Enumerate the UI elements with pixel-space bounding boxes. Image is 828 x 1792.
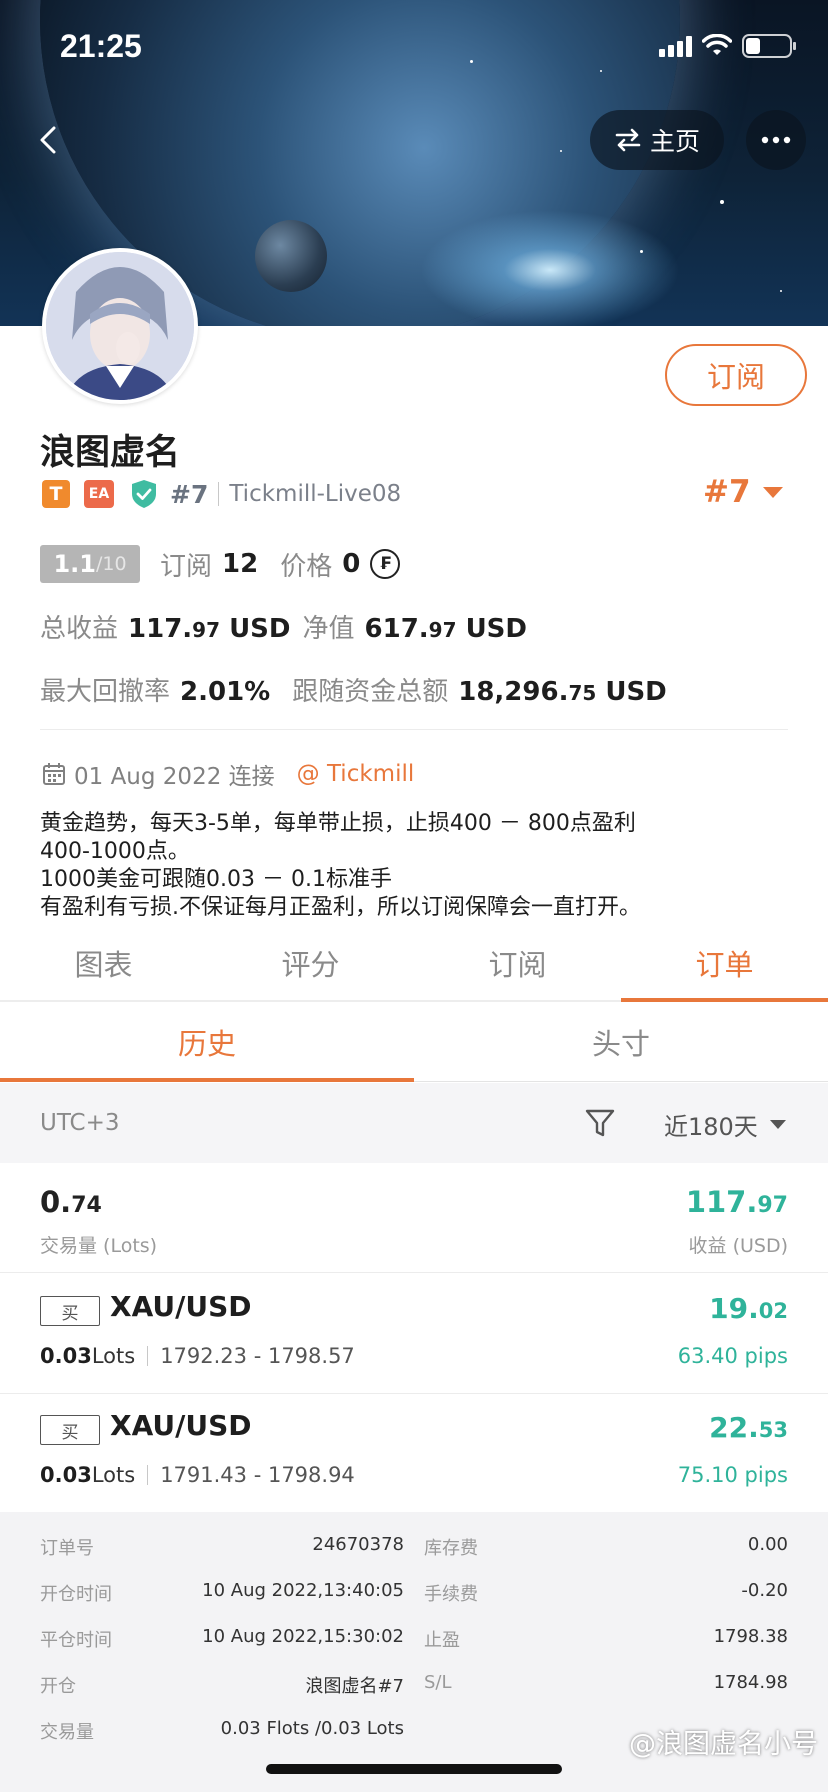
more-dots-icon (761, 136, 791, 144)
coin-icon: ₣ (370, 549, 401, 579)
tab-orders[interactable]: 订单 (621, 938, 828, 1002)
tab-subscription[interactable]: 订阅 (414, 938, 621, 1000)
drawdown-row: 最大回撤率 2.01% 跟随资金总额 18,296.75 USD (40, 671, 667, 711)
volume-value: 0.74 (40, 1185, 102, 1219)
status-time: 21:25 (60, 28, 142, 64)
avatar-portrait (46, 252, 194, 400)
order-row[interactable]: 买 XAU/USD 0.03 Lots 1791.43 - 1798.94 22.… (0, 1393, 828, 1513)
price-label: 价格 (280, 551, 333, 582)
server-name: Tickmill-Live08 (229, 481, 402, 507)
broker-link[interactable]: @ Tickmill (297, 761, 415, 787)
star (640, 250, 643, 253)
total-profit-value: 117.97 USD (128, 614, 291, 644)
strategy-description: 黄金趋势，每天3-5单，每单带止损，止损400 － 800点盈利 400-100… (40, 811, 641, 920)
lots-line: 0.03 Lots 1791.43 - 1798.94 (40, 1463, 355, 1487)
history-summary: 0.74 交易量 (Lots) 117.97 收益 (USD) (0, 1163, 828, 1273)
profit-label: 收益 (USD) (688, 1235, 788, 1257)
swap-icon (615, 128, 641, 152)
order-profit: 22.53 (709, 1411, 788, 1444)
verified-shield-icon (132, 480, 156, 508)
divider (218, 482, 220, 506)
profit-row: 总收益 117.97 USD 净值 617.97 USD (40, 608, 527, 648)
filter-icon[interactable] (584, 1107, 616, 1139)
date-range-dropdown[interactable]: 近180天 (664, 1107, 786, 1142)
star (600, 70, 602, 72)
total-profit-label: 总收益 (40, 614, 119, 644)
follow-funds-label: 跟随资金总额 (292, 677, 449, 707)
back-button[interactable] (30, 120, 70, 160)
tab-rating[interactable]: 评分 (207, 938, 414, 1000)
subscribers-value: 12 (222, 549, 259, 579)
status-icons (659, 34, 796, 58)
buy-tag: 买 (40, 1296, 100, 1326)
detail-row: 开仓 浪图虚名#7 S/L 1784.98 (40, 1672, 788, 1697)
follow-funds-value: 18,296.75 USD (458, 677, 667, 707)
main-tabs: 图表 评分 订阅 订单 (0, 938, 828, 1002)
t-badge: T (42, 480, 70, 508)
moon-graphic (255, 220, 327, 292)
tab-chart[interactable]: 图表 (0, 938, 207, 1000)
timezone-label: UTC+3 (40, 1110, 120, 1136)
star (780, 290, 782, 292)
detail-row: 开仓时间 10 Aug 2022,13:40:05 手续费 -0.20 (40, 1580, 788, 1605)
date-range-label: 近180天 (664, 1113, 758, 1141)
subscribers-label: 订阅 (160, 551, 213, 582)
star (470, 60, 473, 63)
star (720, 200, 724, 204)
home-label: 主页 (649, 127, 700, 156)
rank-dropdown[interactable]: #7 (703, 474, 783, 510)
lots-line: 0.03 Lots 1792.23 - 1798.57 (40, 1344, 355, 1368)
score-max: /10 (95, 553, 127, 575)
subscribe-button[interactable]: 订阅 (665, 344, 807, 406)
battery-icon (742, 34, 796, 58)
signal-icon (659, 35, 692, 57)
more-button[interactable] (746, 110, 806, 170)
drawdown-label: 最大回撤率 (40, 677, 171, 707)
watermark: @浪图虚名小号 (629, 1729, 818, 1760)
price-value: 0 (342, 549, 361, 579)
order-profit: 19.02 (709, 1292, 788, 1325)
equity-value: 617.97 USD (364, 614, 527, 644)
star (560, 150, 562, 152)
calendar-icon (43, 763, 65, 785)
score-row: 1.1/10 订阅 12 价格 0 ₣ (40, 544, 401, 584)
volume-label: 交易量 (Lots) (40, 1235, 158, 1257)
score-badge: 1.1/10 (40, 545, 140, 583)
rank-value: #7 (703, 474, 751, 510)
badge-row: T EA #7 Tickmill-Live08 (42, 478, 401, 510)
subtab-history[interactable]: 历史 (0, 1002, 414, 1082)
caret-down-icon (762, 486, 783, 498)
equity-label: 净值 (302, 614, 355, 644)
order-pips: 75.10 pips (677, 1463, 788, 1487)
chevron-left-icon (40, 126, 56, 154)
buy-tag: 买 (40, 1415, 100, 1445)
score-value: 1.1 (53, 550, 96, 578)
drawdown-value: 2.01% (180, 677, 271, 707)
home-button[interactable]: 主页 (590, 110, 724, 170)
rank-label: #7 (170, 479, 209, 509)
divider (40, 729, 788, 730)
symbol: XAU/USD (110, 1409, 252, 1442)
symbol: XAU/USD (110, 1290, 252, 1323)
home-indicator[interactable] (266, 1764, 562, 1774)
subtab-positions[interactable]: 头寸 (414, 1002, 828, 1081)
detail-row: 订单号 24670378 库存费 0.00 (40, 1534, 788, 1559)
trader-name: 浪图虚名 (40, 433, 181, 473)
ea-badge: EA (84, 480, 114, 508)
caret-down-icon (769, 1120, 786, 1129)
order-subtabs: 历史 头寸 (0, 1002, 828, 1082)
filter-bar: UTC+3 近180天 (0, 1083, 828, 1163)
detail-row: 平仓时间 10 Aug 2022,15:30:02 止盈 1798.38 (40, 1626, 788, 1651)
connect-row: 01 Aug 2022 连接 @ Tickmill (42, 757, 414, 791)
connect-date: 01 Aug 2022 连接 (74, 764, 275, 790)
order-row[interactable]: 买 XAU/USD 0.03 Lots 1792.23 - 1798.57 19.… (0, 1274, 828, 1394)
order-pips: 63.40 pips (677, 1344, 788, 1368)
profit-value: 117.97 (685, 1185, 788, 1219)
wifi-icon (702, 34, 732, 55)
avatar[interactable] (42, 248, 198, 404)
light-flare (420, 210, 680, 326)
